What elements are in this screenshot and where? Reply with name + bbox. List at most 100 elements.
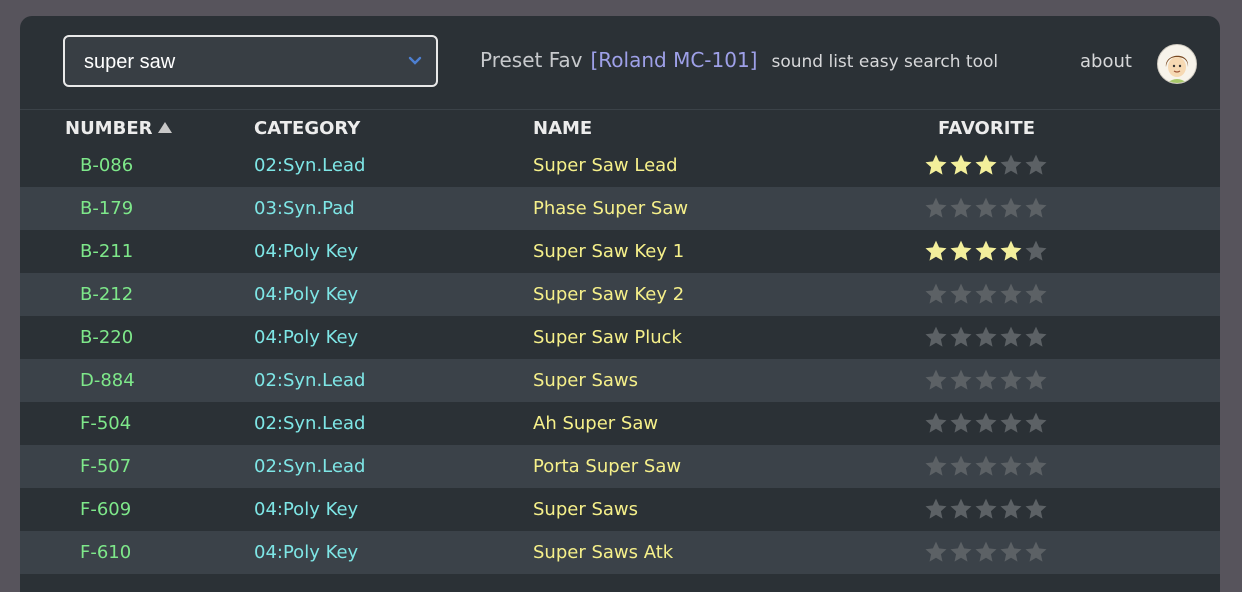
preset-name: Super Saw Key 2 bbox=[533, 284, 685, 305]
star-icon[interactable] bbox=[974, 325, 998, 349]
star-icon[interactable] bbox=[999, 540, 1023, 564]
table-row[interactable]: B-220 04:Poly Key Super Saw Pluck bbox=[20, 316, 1220, 359]
star-icon[interactable] bbox=[1024, 282, 1048, 306]
preset-number: F-507 bbox=[80, 456, 132, 477]
device-name: [Roland MC-101] bbox=[590, 48, 758, 72]
header-number[interactable]: NUMBER bbox=[65, 118, 173, 139]
preset-number: F-504 bbox=[80, 413, 132, 434]
star-icon[interactable] bbox=[949, 196, 973, 220]
table-row[interactable]: F-609 04:Poly Key Super Saws bbox=[20, 488, 1220, 531]
preset-category: 02:Syn.Lead bbox=[254, 155, 366, 176]
star-icon[interactable] bbox=[924, 454, 948, 478]
star-icon[interactable] bbox=[999, 454, 1023, 478]
favorite-rating bbox=[924, 325, 1048, 349]
star-icon[interactable] bbox=[974, 497, 998, 521]
star-icon[interactable] bbox=[1024, 153, 1048, 177]
star-icon[interactable] bbox=[949, 282, 973, 306]
star-icon[interactable] bbox=[974, 411, 998, 435]
star-icon[interactable] bbox=[924, 368, 948, 392]
star-icon[interactable] bbox=[1024, 325, 1048, 349]
star-icon[interactable] bbox=[949, 454, 973, 478]
table-row[interactable]: B-211 04:Poly Key Super Saw Key 1 bbox=[20, 230, 1220, 273]
star-icon[interactable] bbox=[949, 497, 973, 521]
header-category[interactable]: CATEGORY bbox=[254, 118, 360, 139]
table-row[interactable]: F-507 02:Syn.Lead Porta Super Saw bbox=[20, 445, 1220, 488]
search-box[interactable] bbox=[63, 35, 438, 87]
preset-category: 04:Poly Key bbox=[254, 284, 359, 305]
preset-name: Super Saw Key 1 bbox=[533, 241, 685, 262]
table-row[interactable]: B-086 02:Syn.Lead Super Saw Lead bbox=[20, 144, 1220, 187]
favorite-rating bbox=[924, 411, 1048, 435]
app-title: Preset Fav bbox=[480, 48, 583, 72]
star-icon[interactable] bbox=[999, 411, 1023, 435]
star-icon[interactable] bbox=[924, 196, 948, 220]
star-icon[interactable] bbox=[974, 196, 998, 220]
preset-category: 04:Poly Key bbox=[254, 241, 359, 262]
preset-number: F-610 bbox=[80, 542, 132, 563]
header-name[interactable]: NAME bbox=[533, 118, 592, 139]
star-icon[interactable] bbox=[949, 239, 973, 263]
search-input[interactable] bbox=[65, 37, 416, 87]
star-icon[interactable] bbox=[974, 368, 998, 392]
star-icon[interactable] bbox=[999, 153, 1023, 177]
star-icon[interactable] bbox=[974, 282, 998, 306]
brand: Preset Fav [Roland MC-101] sound list ea… bbox=[480, 48, 998, 78]
star-icon[interactable] bbox=[924, 153, 948, 177]
star-icon[interactable] bbox=[924, 239, 948, 263]
star-icon[interactable] bbox=[924, 540, 948, 564]
star-icon[interactable] bbox=[1024, 497, 1048, 521]
header-favorite[interactable]: FAVORITE bbox=[938, 118, 1035, 139]
preset-name: Porta Super Saw bbox=[533, 456, 682, 477]
avatar-icon[interactable] bbox=[1157, 44, 1197, 84]
header-number-label: NUMBER bbox=[65, 118, 153, 139]
star-icon[interactable] bbox=[949, 325, 973, 349]
preset-number: D-884 bbox=[80, 370, 135, 391]
preset-number: B-086 bbox=[80, 155, 134, 176]
table-row[interactable]: D-884 02:Syn.Lead Super Saws bbox=[20, 359, 1220, 402]
star-icon[interactable] bbox=[1024, 540, 1048, 564]
star-icon[interactable] bbox=[999, 325, 1023, 349]
star-icon[interactable] bbox=[924, 411, 948, 435]
preset-category: 04:Poly Key bbox=[254, 499, 359, 520]
star-icon[interactable] bbox=[949, 368, 973, 392]
favorite-rating bbox=[924, 497, 1048, 521]
preset-name: Super Saws Atk bbox=[533, 542, 674, 563]
favorite-rating bbox=[924, 239, 1048, 263]
star-icon[interactable] bbox=[999, 497, 1023, 521]
favorite-rating bbox=[924, 153, 1048, 177]
star-icon[interactable] bbox=[999, 282, 1023, 306]
star-icon[interactable] bbox=[974, 454, 998, 478]
preset-number: B-212 bbox=[80, 284, 134, 305]
table-row[interactable]: B-212 04:Poly Key Super Saw Key 2 bbox=[20, 273, 1220, 316]
star-icon[interactable] bbox=[999, 239, 1023, 263]
table-row[interactable]: F-610 04:Poly Key Super Saws Atk bbox=[20, 531, 1220, 574]
star-icon[interactable] bbox=[1024, 239, 1048, 263]
star-icon[interactable] bbox=[1024, 454, 1048, 478]
star-icon[interactable] bbox=[949, 540, 973, 564]
favorite-rating bbox=[924, 540, 1048, 564]
preset-category: 04:Poly Key bbox=[254, 327, 359, 348]
chevron-down-icon[interactable] bbox=[408, 54, 422, 68]
favorite-rating bbox=[924, 368, 1048, 392]
star-icon[interactable] bbox=[1024, 411, 1048, 435]
preset-name: Phase Super Saw bbox=[533, 198, 689, 219]
preset-category: 04:Poly Key bbox=[254, 542, 359, 563]
star-icon[interactable] bbox=[999, 368, 1023, 392]
favorite-rating bbox=[924, 282, 1048, 306]
preset-number: F-609 bbox=[80, 499, 132, 520]
table-row[interactable]: F-504 02:Syn.Lead Ah Super Saw bbox=[20, 402, 1220, 445]
star-icon[interactable] bbox=[974, 153, 998, 177]
results-table: B-086 02:Syn.Lead Super Saw Lead B-179 03:Sy… bbox=[20, 144, 1220, 574]
table-row[interactable]: B-179 03:Syn.Pad Phase Super Saw bbox=[20, 187, 1220, 230]
star-icon[interactable] bbox=[924, 325, 948, 349]
star-icon[interactable] bbox=[1024, 368, 1048, 392]
star-icon[interactable] bbox=[949, 411, 973, 435]
star-icon[interactable] bbox=[924, 282, 948, 306]
star-icon[interactable] bbox=[999, 196, 1023, 220]
about-link[interactable]: about bbox=[1080, 51, 1132, 72]
star-icon[interactable] bbox=[974, 239, 998, 263]
star-icon[interactable] bbox=[1024, 196, 1048, 220]
star-icon[interactable] bbox=[974, 540, 998, 564]
star-icon[interactable] bbox=[924, 497, 948, 521]
star-icon[interactable] bbox=[949, 153, 973, 177]
